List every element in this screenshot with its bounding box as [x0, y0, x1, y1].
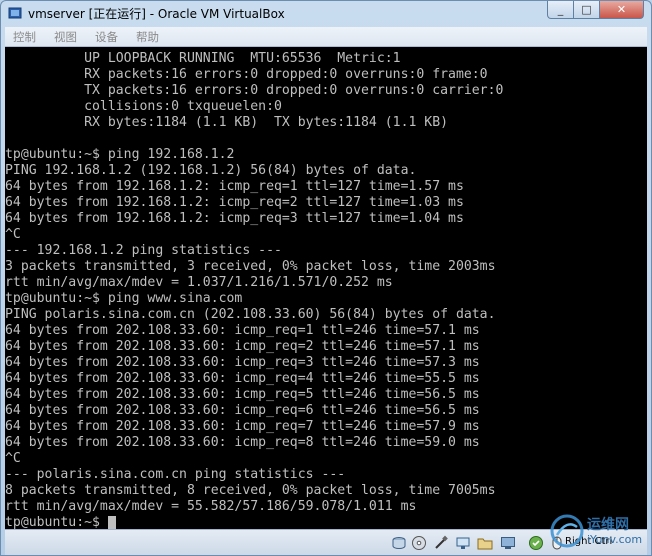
title-bar[interactable]: vmserver [正在运行] - Oracle VM VirtualBox _…: [1, 1, 651, 26]
console-line: tp@ubuntu:~$ ping 192.168.1.2: [5, 147, 235, 162]
menu-control[interactable]: 控制: [13, 29, 36, 45]
usb-icon[interactable]: [433, 535, 449, 551]
console-line: ^C: [5, 227, 21, 242]
close-button[interactable]: ✕: [599, 1, 644, 19]
console-line: tp@ubuntu:~$ ping www.sina.com: [5, 291, 243, 306]
console-line: 8 packets transmitted, 8 received, 0% pa…: [5, 483, 496, 498]
virtualization-icon[interactable]: [528, 535, 544, 551]
console-line: TX packets:16 errors:0 dropped:0 overrun…: [5, 83, 504, 98]
console-line: PING polaris.sina.com.cn (202.108.33.60)…: [5, 307, 496, 322]
site-watermark: 运维网 iYunv.com: [549, 511, 649, 555]
console-prompt: tp@ubuntu:~$: [5, 515, 108, 529]
virtualbox-icon: [8, 7, 22, 19]
console-line: RX packets:16 errors:0 dropped:0 overrun…: [5, 67, 488, 82]
console-line: UP LOOPBACK RUNNING MTU:65536 Metric:1: [5, 51, 401, 66]
optical-drive-icon[interactable]: [411, 535, 427, 551]
console-line: rtt min/avg/max/mdev = 55.582/57.186/59.…: [5, 499, 417, 514]
console-line: 64 bytes from 192.168.1.2: icmp_req=2 tt…: [5, 195, 464, 210]
console-line: 64 bytes from 192.168.1.2: icmp_req=1 tt…: [5, 179, 464, 194]
console-line: 64 bytes from 202.108.33.60: icmp_req=6 …: [5, 403, 480, 418]
console-line: PING 192.168.1.2 (192.168.1.2) 56(84) by…: [5, 163, 417, 178]
console-line: 64 bytes from 202.108.33.60: icmp_req=2 …: [5, 339, 480, 354]
console-line: 64 bytes from 202.108.33.60: icmp_req=8 …: [5, 435, 480, 450]
watermark-text: 运维网: [587, 517, 629, 533]
console-line: 64 bytes from 202.108.33.60: icmp_req=5 …: [5, 387, 480, 402]
console-line: collisions:0 txqueuelen:0: [5, 99, 282, 114]
console-line: RX bytes:1184 (1.1 KB) TX bytes:1184 (1.…: [5, 115, 449, 130]
console-line: 64 bytes from 202.108.33.60: icmp_req=3 …: [5, 355, 480, 370]
console-line: 64 bytes from 202.108.33.60: icmp_req=4 …: [5, 371, 480, 386]
console-line: --- polaris.sina.com.cn ping statistics …: [5, 467, 346, 482]
watermark-logo-icon: [550, 514, 584, 548]
console-line: ^C: [5, 451, 21, 466]
menu-view[interactable]: 视图: [54, 29, 77, 45]
menu-bar: 控制 视图 设备 帮助: [5, 27, 647, 47]
network-icon[interactable]: [455, 535, 471, 551]
menu-devices[interactable]: 设备: [95, 29, 118, 45]
window-title: vmserver [正在运行] - Oracle VM VirtualBox: [28, 7, 285, 21]
console-line: 3 packets transmitted, 3 received, 0% pa…: [5, 259, 496, 274]
console-line: --- 192.168.1.2 ping statistics ---: [5, 243, 282, 258]
watermark-subtext: iYunv.com: [587, 533, 643, 546]
maximize-button[interactable]: □: [573, 1, 600, 19]
console-line: 64 bytes from 202.108.33.60: icmp_req=1 …: [5, 323, 480, 338]
console-line: 64 bytes from 192.168.1.2: icmp_req=3 tt…: [5, 211, 464, 226]
console-line: 64 bytes from 202.108.33.60: icmp_req=7 …: [5, 419, 480, 434]
minimize-button[interactable]: _: [547, 1, 574, 19]
menu-help[interactable]: 帮助: [136, 29, 159, 45]
shared-folder-icon[interactable]: [477, 535, 493, 551]
console-line: rtt min/avg/max/mdev = 1.037/1.216/1.571…: [5, 275, 393, 290]
vm-console[interactable]: UP LOOPBACK RUNNING MTU:65536 Metric:1 R…: [5, 47, 647, 529]
hard-disk-icon[interactable]: [391, 535, 407, 551]
display-icon[interactable]: [500, 535, 516, 551]
text-cursor: [108, 516, 116, 529]
virtualbox-window: vmserver [正在运行] - Oracle VM VirtualBox _…: [0, 0, 652, 556]
